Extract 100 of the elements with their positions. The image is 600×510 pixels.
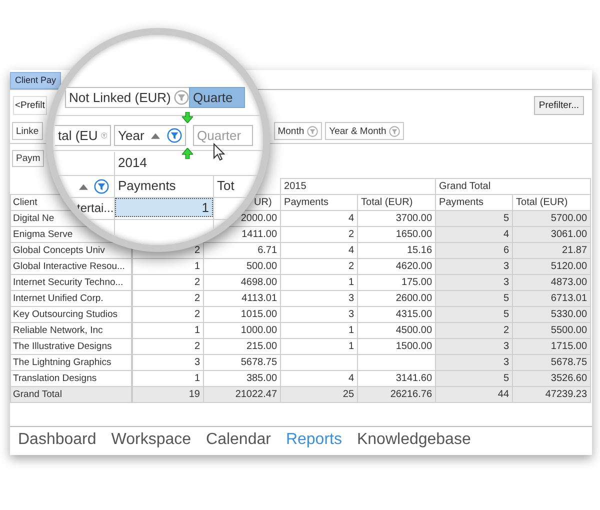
sort-arrow-icon[interactable] [79, 184, 88, 190]
nav-link[interactable]: Calendar [206, 431, 271, 449]
client-name: Reliable Network, Inc [10, 322, 132, 338]
prefilter-button[interactable]: <Prefilt [13, 96, 47, 115]
document-tab[interactable]: Client Pay [10, 72, 62, 89]
table-cell: 19 [132, 386, 204, 402]
table-cell: 1 [280, 274, 358, 290]
table-cell: 4500.00 [358, 322, 436, 338]
table-cell: 175.00 [358, 274, 436, 290]
client-name: Global Interactive Resou... [10, 258, 132, 274]
table-cell: 3700.00 [358, 210, 436, 226]
table-cell: 3526.60 [512, 370, 591, 386]
column-header: Payments [118, 178, 176, 193]
nav-link[interactable]: Knowledgebase [356, 431, 471, 449]
nav-link[interactable]: Workspace [111, 431, 192, 449]
table-cell: 3 [436, 354, 513, 370]
column-header: 2014 [118, 155, 147, 170]
table-cell: 4 [280, 242, 358, 258]
table-cell: 5 [436, 290, 513, 306]
client-name: Internet Unified Corp. [10, 290, 132, 306]
sort-arrow-icon[interactable] [151, 132, 160, 138]
table-cell: 44 [436, 386, 513, 402]
table-cell: 3 [280, 306, 358, 322]
field-chip[interactable]: Linke [12, 122, 43, 140]
client-name: The Lightning Graphics [10, 354, 132, 370]
table-cell: 6713.01 [512, 290, 591, 306]
table-cell: 26216.76 [358, 386, 436, 402]
column-header: Tot [217, 178, 234, 193]
field-chip[interactable]: Year & Month [325, 122, 404, 140]
table-cell: 5678.75 [512, 354, 591, 370]
table-cell: 1 [132, 322, 204, 338]
table-cell: 5500.00 [512, 322, 591, 338]
client-name: Internet Security Techno... [10, 274, 132, 290]
table-cell: 4 [280, 210, 358, 226]
column-header: Total (EUR) [512, 194, 591, 210]
field-chip[interactable]: tal (EU [55, 125, 111, 146]
table-cell: 3 [280, 290, 358, 306]
field-chip[interactable]: Year [114, 125, 186, 146]
table-cell: 4113.01 [204, 290, 281, 306]
table-cell: 47239.23 [512, 386, 591, 402]
table-cell: 1500.00 [358, 338, 436, 354]
table-cell: 3 [436, 258, 513, 274]
table-cell: 1650.00 [358, 226, 436, 242]
table-cell: 215.00 [204, 338, 281, 354]
table-cell: 500.00 [204, 258, 281, 274]
table-cell: 4315.00 [358, 306, 436, 322]
table-cell: 4873.00 [512, 274, 591, 290]
table-cell: 3061.00 [512, 226, 591, 242]
table-cell: 5 [436, 370, 513, 386]
filter-icon[interactable] [167, 128, 182, 143]
table-cell: 1015.00 [204, 306, 281, 322]
field-chip[interactable]: Paym [12, 150, 44, 167]
total-label: Grand Total [10, 386, 132, 402]
table-cell: 15.16 [358, 242, 436, 258]
table-cell: 25 [280, 386, 358, 402]
client-name: The Illustrative Designs [10, 338, 132, 354]
column-header: Payments [436, 194, 513, 210]
nav-link[interactable]: Dashboard [18, 431, 96, 449]
table-cell: 6 [436, 242, 513, 258]
table-cell: 5120.00 [512, 258, 591, 274]
client-name: Key Outsourcing Studios [10, 306, 132, 322]
table-cell: 2 [132, 274, 204, 290]
mouse-pointer-icon [213, 143, 225, 161]
table-cell: 1715.00 [512, 338, 591, 354]
selected-cell[interactable]: 1 [115, 198, 213, 217]
table-cell: 1 [132, 258, 204, 274]
table-cell: 3 [436, 274, 513, 290]
table-cell: 2 [280, 258, 358, 274]
table-cell: 2 [132, 290, 204, 306]
table-cell: 2 [132, 306, 204, 322]
table-cell: 2 [436, 322, 513, 338]
table-cell: 5678.75 [204, 354, 281, 370]
prefilter-button[interactable]: Prefilter... [534, 96, 584, 115]
table-cell: 2 [280, 226, 358, 242]
table-cell: 5700.00 [512, 210, 591, 226]
table-cell: 1 [280, 322, 358, 338]
table-cell: 4620.00 [358, 258, 436, 274]
table-cell: 2600.00 [358, 290, 436, 306]
up-arrow-icon [182, 148, 193, 159]
table-cell: 3 [436, 338, 513, 354]
down-arrow-icon [182, 112, 193, 123]
filter-icon[interactable] [307, 126, 318, 136]
filter-icon[interactable] [389, 126, 400, 136]
column-header: Payments [280, 194, 358, 210]
table-cell: 21.87 [512, 242, 591, 258]
field-chip[interactable]: Month [274, 122, 322, 140]
table-cell: 4698.00 [204, 274, 281, 290]
column-header: 2015 [280, 178, 436, 194]
table-cell: 5 [436, 306, 513, 322]
table-cell: 2 [132, 338, 204, 354]
table-cell: 5330.00 [512, 306, 591, 322]
table-cell: 1 [280, 338, 358, 354]
field-chip[interactable]: Quarte [189, 87, 245, 108]
table-cell: 1000.00 [204, 322, 281, 338]
table-cell: 5 [436, 210, 513, 226]
filter-icon[interactable] [94, 179, 109, 194]
table-cell: 3 [132, 354, 204, 370]
table-cell: 4 [436, 226, 513, 242]
column-header: Total (EUR) [358, 194, 436, 210]
filter-icon[interactable] [174, 90, 189, 105]
